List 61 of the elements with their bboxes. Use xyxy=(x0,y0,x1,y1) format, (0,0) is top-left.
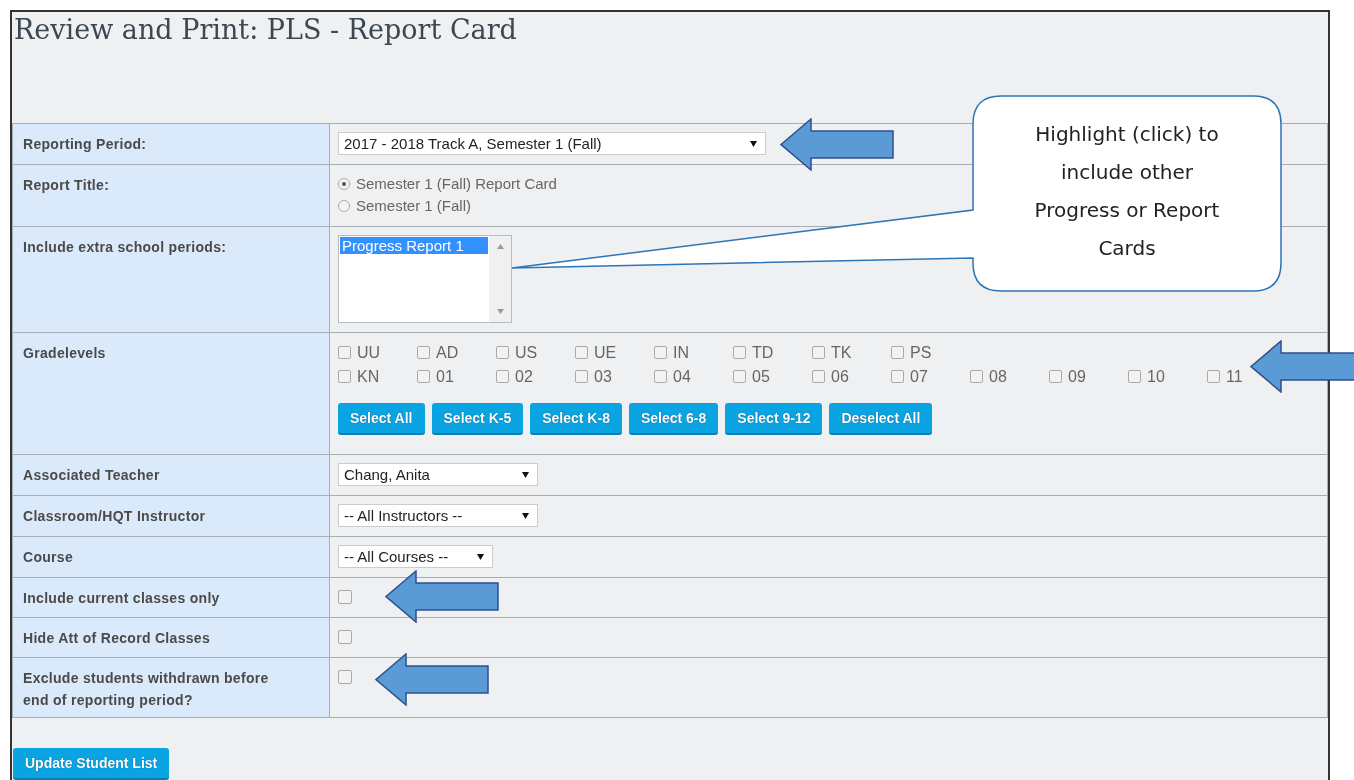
grade-checkbox[interactable]: KN xyxy=(338,365,380,388)
caret-icon xyxy=(477,553,484,560)
select-button[interactable]: Select 9-12 xyxy=(725,403,823,435)
radio-option[interactable]: Semester 1 (Fall) Report Card xyxy=(338,173,557,195)
caret-icon xyxy=(522,512,529,519)
arrow-icon xyxy=(1250,340,1354,393)
field-label: Associated Teacher xyxy=(23,466,161,485)
grade-checkbox[interactable]: 04 xyxy=(654,365,691,388)
field-label: Gradelevels xyxy=(23,344,107,363)
page-title: Review and Print: PLS - Report Card xyxy=(13,13,518,47)
grade-checkbox[interactable]: 10 xyxy=(1128,365,1165,388)
callout-text: Highlight (click) to include other Progress or Report Cards xyxy=(1033,121,1221,262)
grade-checkbox[interactable]: US xyxy=(496,341,538,364)
scrollbar[interactable] xyxy=(489,236,511,322)
update-button[interactable]: Update Student List xyxy=(13,748,170,780)
field-label: Classroom/HQT Instructor xyxy=(23,507,207,526)
dropdown[interactable]: -- All Instructors -- xyxy=(338,504,538,527)
checkbox[interactable] xyxy=(338,630,352,644)
arrow-icon xyxy=(780,118,894,171)
grade-checkbox[interactable]: 06 xyxy=(812,365,849,388)
scroll-down-icon[interactable] xyxy=(496,309,504,314)
field-label: Exclude students withdrawn before end of reporting period? xyxy=(23,669,270,710)
arrow-icon xyxy=(375,653,489,706)
grade-checkbox[interactable]: IN xyxy=(654,341,689,364)
list-box[interactable]: Progress Report 1 xyxy=(338,235,512,323)
select-button[interactable]: Select K-5 xyxy=(431,403,524,435)
field-label: Course xyxy=(23,548,75,567)
list-item[interactable]: Progress Report 1 xyxy=(340,237,488,254)
grade-checkbox[interactable]: TD xyxy=(733,341,774,364)
radio-option[interactable]: Semester 1 (Fall) xyxy=(338,195,472,217)
select-button[interactable]: Select 6-8 xyxy=(628,403,719,435)
grade-checkbox[interactable]: PS xyxy=(891,341,932,364)
field-label: Hide Att of Record Classes xyxy=(23,629,211,648)
grade-checkbox[interactable]: 09 xyxy=(1049,365,1086,388)
select-button[interactable]: Select All xyxy=(338,403,425,435)
grade-checkbox[interactable]: 01 xyxy=(417,365,454,388)
select-button[interactable]: Deselect All xyxy=(829,403,933,435)
grade-checkbox[interactable]: 03 xyxy=(575,365,612,388)
grade-checkbox[interactable]: TK xyxy=(812,341,852,364)
caret-icon xyxy=(750,140,757,147)
select-button[interactable]: Select K-8 xyxy=(530,403,622,435)
dropdown[interactable]: -- All Courses -- xyxy=(338,545,493,568)
grade-checkbox[interactable]: 05 xyxy=(733,365,770,388)
checkbox[interactable] xyxy=(338,590,352,604)
field-label: Include current classes only xyxy=(23,589,221,608)
arrow-icon xyxy=(385,570,499,623)
grade-checkbox[interactable]: 07 xyxy=(891,365,928,388)
scroll-up-icon[interactable] xyxy=(496,244,504,249)
grade-checkbox[interactable]: 11 xyxy=(1207,365,1243,388)
caret-icon xyxy=(522,471,529,478)
checkbox[interactable] xyxy=(338,670,352,684)
dropdown[interactable]: 2017 - 2018 Track A, Semester 1 (Fall) xyxy=(338,132,766,155)
grade-checkbox[interactable]: UU xyxy=(338,341,381,364)
grade-checkbox[interactable]: UE xyxy=(575,341,617,364)
grade-checkbox[interactable]: 02 xyxy=(496,365,533,388)
field-label: Include extra school periods: xyxy=(23,238,228,257)
grade-checkbox[interactable]: AD xyxy=(417,341,459,364)
field-label: Report Title: xyxy=(23,176,111,195)
grade-checkbox[interactable]: 08 xyxy=(970,365,1007,388)
dropdown[interactable]: Chang, Anita xyxy=(338,463,538,486)
field-label: Reporting Period: xyxy=(23,135,148,154)
